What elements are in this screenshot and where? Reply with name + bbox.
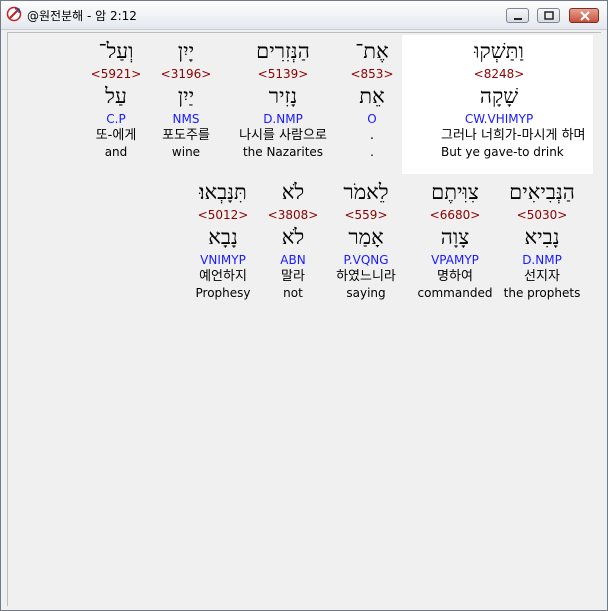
hebrew-lemma: נָבִיא	[524, 225, 560, 249]
korean-gloss: 하였느니라	[336, 269, 396, 284]
hebrew-word: וַתַּשְׁקוּ	[474, 39, 524, 63]
hebrew-word: צִוִּיתֶם	[431, 180, 479, 204]
strong-number: <3196>	[160, 67, 212, 81]
hebrew-lemma: לֹא	[281, 225, 305, 249]
hebrew-word: הַנְּבִיאִים	[509, 180, 575, 204]
english-gloss: Prophesy	[195, 286, 251, 300]
strong-number: <853>	[350, 67, 394, 81]
strong-number: <5921>	[90, 67, 142, 81]
hebrew-lemma: יַיִן	[177, 84, 195, 108]
korean-gloss: 나시를 사람으로	[239, 128, 327, 143]
parsing-code: O	[367, 112, 377, 126]
korean-gloss: 말라	[281, 269, 305, 284]
window-title: @원전분해 - 암 2:12	[27, 9, 137, 23]
korean-gloss: 포도주를	[162, 128, 210, 143]
title-bar[interactable]: @원전분해 - 암 2:12	[1, 1, 607, 30]
english-gloss: But ye gave-to drink	[441, 145, 564, 159]
korean-gloss: 또-에게	[95, 128, 137, 143]
word-column[interactable]: צִוִּיתֶם <6680> צָוָה VPAMYP 명하여 comman…	[413, 178, 497, 301]
parsing-code: C.P	[106, 112, 126, 126]
english-gloss: and	[104, 145, 128, 159]
word-column[interactable]: וְעַל־ <5921> עַל C.P 또-에게 and	[84, 37, 148, 160]
hebrew-lemma: נָבָא	[208, 225, 238, 249]
app-icon	[6, 6, 22, 22]
english-gloss: the Nazarites	[242, 145, 324, 159]
strong-number: <5030>	[516, 208, 568, 222]
hebrew-word: אֶת־	[355, 39, 389, 63]
korean-gloss: 명하여	[437, 269, 473, 284]
word-column[interactable]: לֵאמֹר <559> אָמַר P.VQNG 하였느니라 saying	[324, 178, 408, 301]
parsing-code: D.NMP	[522, 253, 562, 267]
word-column[interactable]: וַתַּשְׁקוּ <8248> שָׁקָה CW.VHIMYP 그러나 …	[441, 37, 586, 160]
strong-number: <5012>	[197, 208, 249, 222]
word-column[interactable]: יָיִן <3196> יַיִן NMS 포도주를 wine	[148, 37, 224, 160]
word-column[interactable]: הַנְּזִרִים <5139> נָזִיר D.NMP 나시를 사람으로…	[225, 37, 341, 160]
strong-number: <3808>	[267, 208, 319, 222]
strong-number: <5139>	[257, 67, 309, 81]
hebrew-word: תִּנָּבְאוּ׃	[199, 180, 247, 204]
word-column[interactable]: לֹא <3808> לֹא ABN 말라 not	[263, 178, 323, 301]
hebrew-lemma: עַל	[105, 84, 127, 108]
word-column[interactable]: תִּנָּבְאוּ׃ <5012> נָבָא VNIMYP 예언하지 Pr…	[188, 178, 258, 301]
hebrew-word: לֵאמֹר	[343, 180, 389, 204]
hebrew-word: הַנְּזִרִים	[256, 39, 310, 63]
english-gloss: not	[283, 286, 303, 300]
maximize-button[interactable]	[537, 8, 560, 23]
hebrew-lemma: נָזִיר	[268, 84, 298, 108]
minimize-icon	[514, 18, 522, 20]
close-button[interactable]	[569, 8, 599, 23]
strong-number: <8248>	[473, 67, 525, 81]
hebrew-lemma: שָׁקָה	[479, 84, 519, 108]
hebrew-word: לֹא	[281, 180, 305, 204]
parsing-code: CW.VHIMYP	[464, 112, 534, 126]
hebrew-lemma: אָמַר	[348, 225, 384, 249]
parsing-code: ABN	[280, 253, 306, 267]
hebrew-lemma: צָוָה	[440, 225, 470, 249]
hebrew-lemma: אֵת	[359, 84, 385, 108]
word-column[interactable]: אֶת־ <853> אֵת O . .	[332, 37, 412, 160]
parsing-code: P.VQNG	[343, 253, 389, 267]
parsing-code: VPAMYP	[431, 253, 479, 267]
parsing-code: NMS	[172, 112, 200, 126]
english-gloss: saying	[346, 286, 386, 300]
strong-number: <559>	[344, 208, 388, 222]
close-icon	[580, 11, 590, 21]
parsing-code: VNIMYP	[200, 253, 246, 267]
hebrew-word: וְעַל־	[98, 39, 134, 63]
english-gloss: commanded	[417, 286, 493, 300]
english-gloss: wine	[171, 145, 201, 159]
app-window: @원전분해 - 암 2:12 וַתַּשְׁקוּ <8248> שָׁקָה…	[0, 0, 608, 611]
english-gloss: the prophets	[503, 286, 581, 300]
strong-number: <6680>	[429, 208, 481, 222]
hebrew-word: יָיִן	[177, 39, 195, 63]
parsing-code: D.NMP	[263, 112, 303, 126]
korean-gloss: .	[369, 128, 375, 143]
maximize-icon	[544, 11, 554, 20]
word-column[interactable]: הַנְּבִיאִים <5030> נָבִיא D.NMP 선지자 the…	[497, 178, 587, 301]
korean-gloss: 예언하지	[199, 269, 247, 284]
korean-gloss: 그러나 너희가-마시게 하며	[441, 128, 586, 143]
korean-gloss: 선지자	[524, 269, 560, 284]
english-gloss: .	[370, 145, 374, 159]
minimize-button[interactable]	[506, 8, 529, 23]
interlinear-panel: וַתַּשְׁקוּ <8248> שָׁקָה CW.VHIMYP 그러나 …	[7, 32, 601, 606]
